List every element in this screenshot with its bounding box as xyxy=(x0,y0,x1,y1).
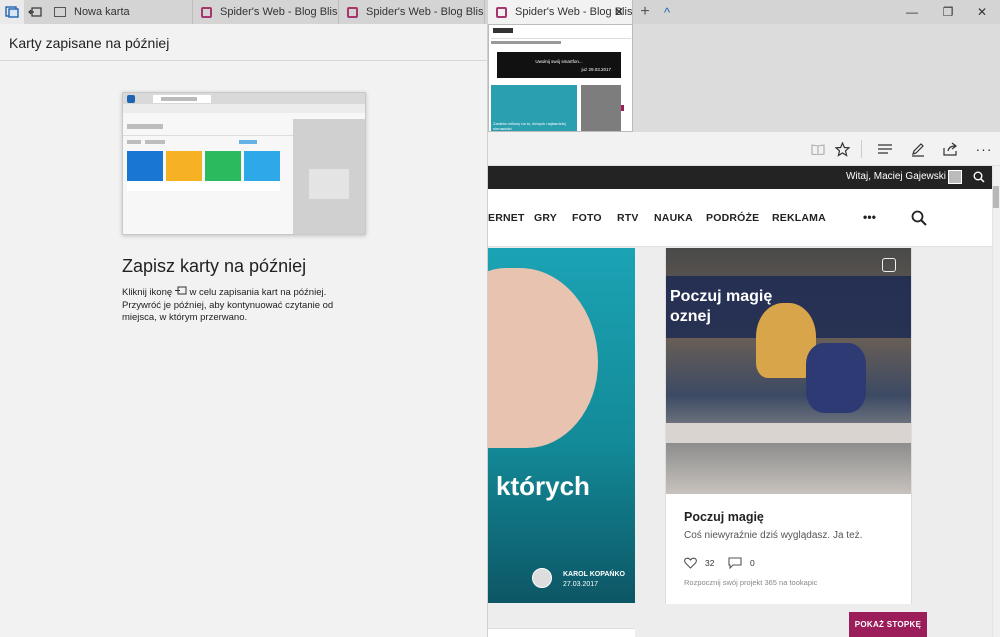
tab-preview-toggle-button[interactable]: ^ xyxy=(658,0,676,24)
more-nav-button[interactable]: ••• xyxy=(863,210,876,224)
featured-article[interactable]: których KAROL KOPAŃKO 27.03.2017 xyxy=(488,248,635,603)
article-headline: których xyxy=(496,471,590,501)
site-top-bar: Witaj, Maciej Gajewski xyxy=(488,166,992,189)
photo-overlay-text-2: oznej xyxy=(670,308,711,325)
site-favicon-icon xyxy=(201,6,212,18)
star-icon xyxy=(834,141,850,157)
tab-title: Spider's Web - Blog Blisko 1 xyxy=(220,6,338,18)
card-photo: Poczuj magię oznej xyxy=(666,248,911,494)
search-icon[interactable] xyxy=(973,170,985,188)
card-title: Poczuj magię xyxy=(684,510,764,524)
nav-search-icon[interactable] xyxy=(911,210,927,231)
web-content: Witaj, Maciej Gajewski ERNET GRY FOTO RT… xyxy=(488,166,1000,637)
article-hand-image xyxy=(488,268,598,448)
saved-tabs-panel: Karty zapisane na później Zapisz karty n… xyxy=(0,24,488,637)
hub-button[interactable] xyxy=(875,139,895,159)
tab-new-tab[interactable]: Nowa karta xyxy=(46,0,193,24)
article-author: KAROL KOPAŃKO xyxy=(563,571,625,578)
minimize-button[interactable]: — xyxy=(894,0,930,24)
restore-button[interactable]: ❐ xyxy=(930,0,966,24)
tab-spiders-web-active[interactable]: Spider's Web - Blog Blis ✕ xyxy=(488,0,633,24)
pen-icon xyxy=(912,143,924,157)
more-actions-button[interactable]: ··· xyxy=(974,139,994,159)
reading-view-button[interactable] xyxy=(808,139,828,159)
tab-title: Spider's Web - Blog Blisko 1 xyxy=(366,6,484,18)
nav-item[interactable]: RTV xyxy=(617,212,639,224)
set-aside-icon xyxy=(174,286,187,295)
close-window-button[interactable]: ✕ xyxy=(964,0,1000,24)
nav-item[interactable]: NAUKA xyxy=(654,212,693,224)
web-note-button[interactable] xyxy=(908,139,928,159)
tookapic-card[interactable]: Poczuj magię oznej Poczuj magię Coś niew… xyxy=(665,248,912,604)
banner-text: Uwolnij swój smartfon... xyxy=(535,59,583,64)
photo-overlay-text: Poczuj magię xyxy=(670,288,773,305)
thumbnail-caption: Zarabia miliony na to, których najbardzi… xyxy=(493,121,566,131)
nav-item[interactable]: REKLAMA xyxy=(772,212,826,224)
page-icon xyxy=(54,7,66,17)
site-favicon-icon xyxy=(347,6,358,18)
banner-date: już 29.03.2017 xyxy=(581,67,611,72)
nav-item[interactable]: PODRÓŻE xyxy=(706,212,759,224)
user-greeting[interactable]: Witaj, Maciej Gajewski xyxy=(846,171,946,182)
heart-icon[interactable] xyxy=(684,556,697,574)
photo-escalator xyxy=(666,423,911,443)
tab-title: Nowa karta xyxy=(74,6,130,18)
author-avatar xyxy=(532,568,552,588)
comments-count: 0 xyxy=(750,558,755,568)
description-part-1: Kliknij ikonę xyxy=(122,287,173,298)
camera-icon xyxy=(882,258,896,272)
browser-toolbar: ··· xyxy=(488,132,1000,166)
empty-state-description: Kliknij ikonę w celu zapisania kart na p… xyxy=(122,286,362,325)
tab-strip: Nowa karta Spider's Web - Blog Blisko 1 … xyxy=(0,0,1000,24)
photo-subject-2 xyxy=(806,343,866,413)
card-subtitle: Coś niewyraźnie dziś wyglądasz. Ja też. xyxy=(684,530,863,541)
book-icon xyxy=(811,144,825,155)
tab-spiders-web-2[interactable]: Spider's Web - Blog Blisko 1 xyxy=(339,0,485,24)
scrollbar-thumb[interactable] xyxy=(993,186,999,208)
nav-item[interactable]: GRY xyxy=(534,212,557,224)
set-aside-icon xyxy=(28,7,42,17)
panel-title: Karty zapisane na później xyxy=(9,35,170,51)
favorite-button[interactable] xyxy=(832,139,852,159)
hub-icon xyxy=(878,144,892,154)
tab-spiders-web-1[interactable]: Spider's Web - Blog Blisko 1 xyxy=(193,0,339,24)
close-tab-icon[interactable]: ✕ xyxy=(614,5,624,19)
set-tabs-aside-button[interactable] xyxy=(24,0,46,24)
nav-item[interactable]: ERNET xyxy=(488,212,525,224)
show-footer-button[interactable]: POKAŻ STOPKĘ xyxy=(849,612,927,637)
page-scrollbar[interactable] xyxy=(992,166,1000,637)
share-icon xyxy=(943,142,957,156)
saved-tabs-illustration xyxy=(122,92,366,235)
saved-tabs-icon xyxy=(5,6,19,18)
avatar[interactable] xyxy=(948,170,962,184)
nav-item[interactable]: FOTO xyxy=(572,212,602,224)
panel-divider xyxy=(0,60,488,61)
empty-state-heading: Zapisz karty na później xyxy=(122,256,307,276)
site-favicon-icon xyxy=(496,6,507,18)
share-button[interactable] xyxy=(941,139,961,159)
saved-tabs-button[interactable] xyxy=(0,0,24,24)
article-date: 27.03.2017 xyxy=(563,581,599,588)
site-navigation: ERNET GRY FOTO RTV NAUKA PODRÓŻE REKLAMA… xyxy=(488,189,992,247)
likes-count: 32 xyxy=(705,558,715,568)
card-footer-link[interactable]: Rozpocznij swój projekt 365 na tookapic xyxy=(684,578,817,587)
new-tab-button[interactable]: + xyxy=(636,0,654,24)
comment-icon[interactable] xyxy=(728,556,742,574)
tab-thumbnail-preview[interactable]: Uwolnij swój smartfon... już 29.03.2017 … xyxy=(488,24,633,132)
